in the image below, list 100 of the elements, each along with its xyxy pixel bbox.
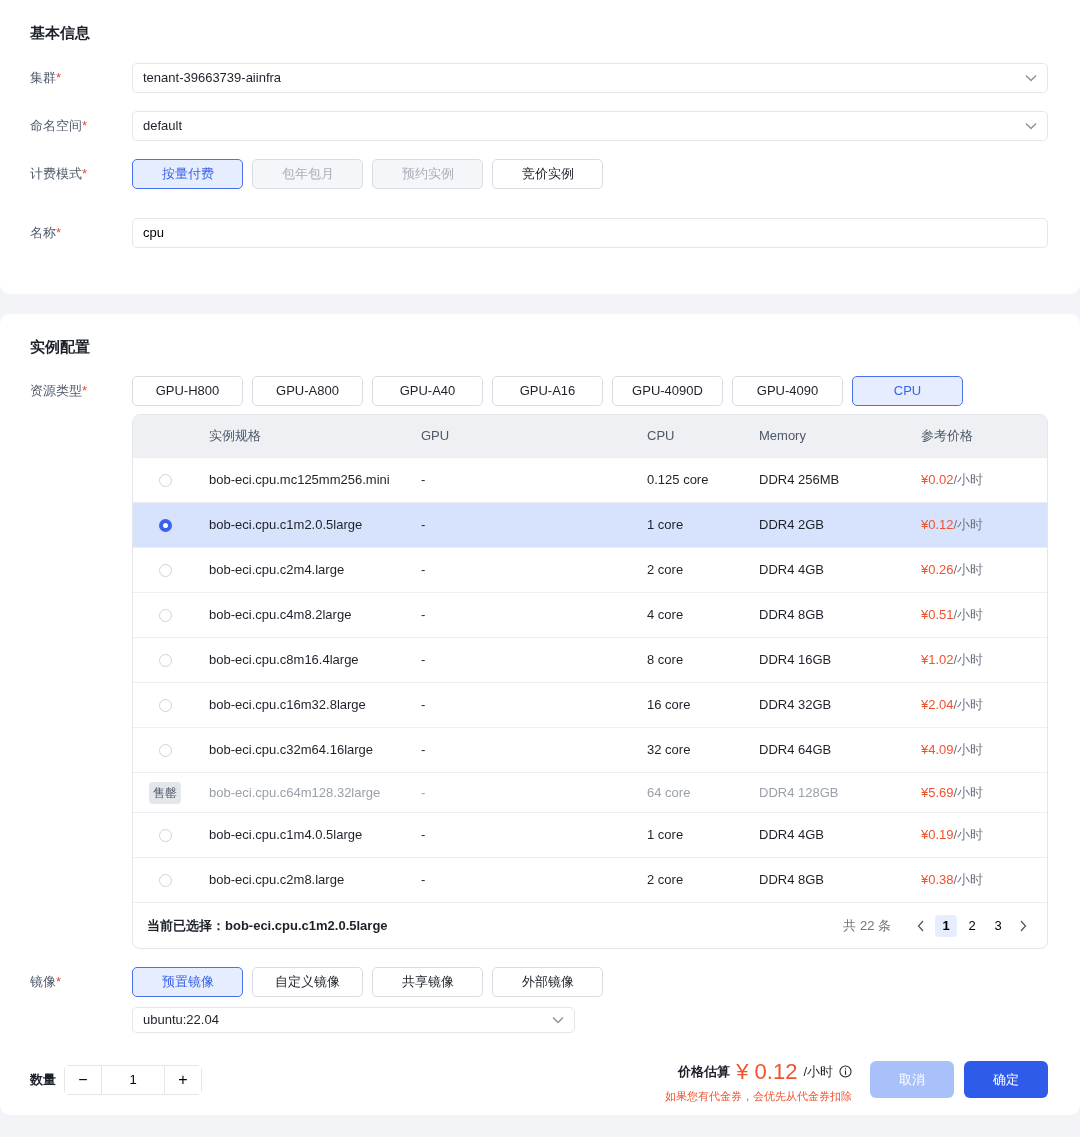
option-button[interactable]: GPU-A16 — [492, 376, 603, 406]
price-cell-text: ¥1.02/小时 — [921, 651, 985, 670]
voucher-note: 如果您有代金券，会优先从代金券扣除 — [665, 1089, 852, 1104]
page-button[interactable]: 1 — [935, 914, 957, 937]
table-cell-text: 1 core — [647, 826, 685, 845]
chevron-left-icon[interactable] — [917, 919, 925, 932]
section-title: 基本信息 — [30, 23, 91, 43]
table-cell-text: DDR4 128GB — [759, 783, 840, 802]
table-cell-text: 2 core — [647, 561, 685, 580]
column-header: Memory — [759, 427, 807, 446]
table-cell-text: - — [421, 741, 427, 760]
price-label: 价格估算 — [678, 1062, 731, 1081]
field-label: 集群* — [30, 69, 62, 85]
field-label: 计费模式* — [30, 165, 88, 181]
column-header: 参考价格 — [921, 427, 974, 446]
confirm-button[interactable]: 确定 — [964, 1061, 1048, 1099]
price-cell-text: ¥0.26/小时 — [921, 561, 985, 580]
table-cell-text: DDR4 2GB — [759, 516, 826, 535]
section-title: 实例配置 — [30, 336, 91, 357]
table-cell-text: DDR4 32GB — [759, 696, 833, 715]
option-button[interactable]: 竞价实例 — [492, 158, 603, 189]
table-cell-text: bob-eci.cpu.c1m4.0.5large — [209, 826, 364, 845]
table-cell-text: bob-eci.cpu.c2m4.large — [209, 561, 346, 580]
price-cell-text: ¥0.51/小时 — [921, 606, 985, 625]
chevron-down-icon — [552, 1016, 564, 1024]
table-cell-text: 0.125 core — [647, 471, 710, 490]
table-cell-text: DDR4 4GB — [759, 561, 826, 580]
option-button[interactable]: GPU-A40 — [372, 376, 483, 406]
table-cell-text: 2 core — [647, 871, 685, 890]
table-cell-text: 16 core — [647, 696, 692, 715]
table-cell-text: bob-eci.cpu.c16m32.8large — [209, 696, 367, 715]
page-button[interactable]: 3 — [987, 914, 1009, 937]
table-cell-text: DDR4 64GB — [759, 741, 833, 760]
price-cell-text: ¥0.02/小时 — [921, 471, 985, 490]
table-cell-text: bob-eci.cpu.c64m128.32large — [209, 783, 382, 802]
quantity-label: 数量 — [30, 1071, 56, 1089]
table-cell-text: - — [421, 696, 427, 715]
table-cell-text: - — [421, 471, 427, 490]
option-button[interactable]: 自定义镜像 — [252, 967, 363, 997]
table-cell-text: - — [421, 783, 427, 802]
chevron-right-icon[interactable] — [1019, 919, 1027, 932]
radio-button[interactable] — [158, 518, 172, 532]
table-cell-text: DDR4 256MB — [759, 471, 841, 490]
table-cell-text: DDR4 8GB — [759, 606, 826, 625]
option-button[interactable]: CPU — [852, 376, 963, 406]
quantity-stepper[interactable]: − 1 + — [64, 1064, 202, 1095]
option-button[interactable]: GPU-A800 — [252, 376, 363, 406]
table-cell-text: - — [421, 561, 427, 580]
price-cell-text: ¥0.19/小时 — [921, 826, 985, 845]
selection-text: 当前已选择：bob-eci.cpu.c1m2.0.5large — [147, 916, 388, 935]
option-button[interactable]: 外部镜像 — [492, 967, 603, 997]
price-cell-text: ¥0.38/小时 — [921, 871, 985, 890]
table-cell-text: bob-eci.cpu.mc125mm256.mini — [209, 471, 391, 490]
option-button[interactable]: GPU-4090D — [612, 376, 723, 406]
column-header: CPU — [647, 427, 676, 446]
select-field[interactable]: tenant-39663739-aiinfra — [132, 62, 1048, 93]
column-header: GPU — [421, 427, 451, 446]
field-label: 名称* — [30, 224, 62, 240]
price-unit: /小时 — [803, 1062, 833, 1081]
table-cell-text: bob-eci.cpu.c8m16.4large — [209, 651, 360, 670]
total-count: 共 22 条 — [843, 916, 891, 935]
price-cell-text: ¥5.69/小时 — [921, 783, 985, 802]
chevron-down-icon — [1025, 121, 1037, 130]
table-cell-text: DDR4 8GB — [759, 871, 826, 890]
option-button[interactable]: GPU-4090 — [732, 376, 843, 406]
sold-out-badge: 售罄 — [149, 781, 181, 804]
table-cell-text: DDR4 16GB — [759, 651, 833, 670]
table-cell-text: bob-eci.cpu.c4m8.2large — [209, 606, 353, 625]
table-cell-text: 4 core — [647, 606, 685, 625]
price-cell-text: ¥0.12/小时 — [921, 516, 985, 535]
field-label: 镜像* — [30, 974, 62, 990]
table-cell-text: 64 core — [647, 783, 692, 802]
table-cell-text: bob-eci.cpu.c2m8.large — [209, 871, 346, 890]
table-cell-text: - — [421, 826, 427, 845]
table-cell-text: DDR4 4GB — [759, 826, 826, 845]
name-input[interactable]: cpu — [132, 217, 1048, 248]
price-estimate: ¥ 0.12 — [736, 1058, 798, 1086]
select-field[interactable]: default — [132, 110, 1048, 141]
option-button[interactable]: GPU-H800 — [132, 376, 243, 406]
table-cell-text: - — [421, 651, 427, 670]
table-cell-text: - — [421, 516, 427, 535]
info-icon[interactable] — [839, 1065, 852, 1078]
table-cell-text: 32 core — [647, 741, 692, 760]
table-cell-text: 1 core — [647, 516, 685, 535]
table-cell-text: 8 core — [647, 651, 685, 670]
option-button[interactable]: 共享镜像 — [372, 967, 483, 997]
option-button[interactable]: 预置镜像 — [132, 967, 243, 997]
price-cell-text: ¥4.09/小时 — [921, 741, 985, 760]
table-cell-text: bob-eci.cpu.c1m2.0.5large — [209, 516, 364, 535]
field-label: 命名空间* — [30, 117, 88, 133]
table-cell-text: - — [421, 871, 427, 890]
field-label: 资源类型* — [30, 383, 88, 399]
option-button[interactable]: 按量付费 — [132, 158, 243, 189]
chevron-down-icon — [1025, 73, 1037, 82]
price-cell-text: ¥2.04/小时 — [921, 696, 985, 715]
page-button[interactable]: 2 — [961, 914, 983, 937]
column-header: 实例规格 — [209, 427, 262, 446]
table-cell-text: bob-eci.cpu.c32m64.16large — [209, 741, 375, 760]
select-field[interactable]: ubuntu:22.04 — [132, 1007, 575, 1033]
table-cell-text: - — [421, 606, 427, 625]
